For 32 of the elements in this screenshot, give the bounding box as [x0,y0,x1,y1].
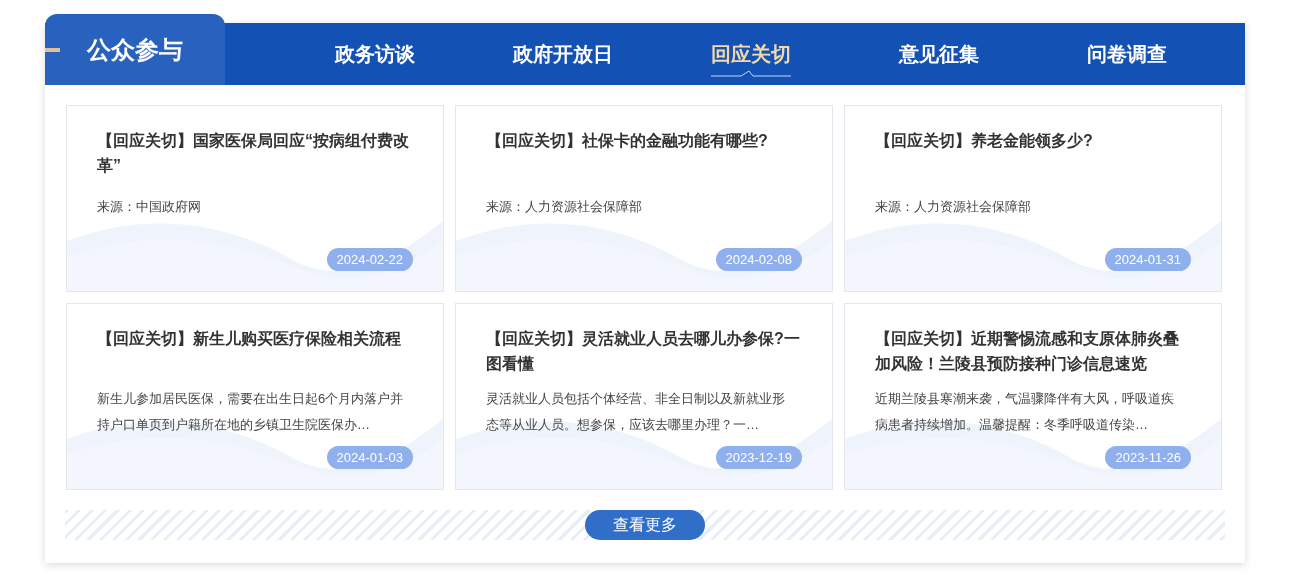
nav-tab[interactable]: 意见征集 [845,23,1033,85]
date-badge: 2023-12-19 [715,446,802,469]
view-more-button[interactable]: 查看更多 [585,510,705,540]
news-summary: 新生儿参加居民医保，需要在出生日起6个月内落户并持户口单页到户籍所在地的乡镇卫生院医保办… [97,390,405,434]
date-badge: 2024-01-31 [1104,248,1191,271]
nav-tab[interactable]: 问卷调查 [1033,23,1221,85]
news-card[interactable]: 【回应关切】养老金能领多少? 来源：人力资源社会保障部 2024-01-31 [844,105,1222,292]
date-badge: 2024-02-08 [715,248,802,271]
date-badge: 2023-11-26 [1105,446,1191,469]
news-card[interactable]: 【回应关切】新生儿购买医疗保险相关流程 新生儿参加居民医保，需要在出生日起6个月内落户并持户口单页到户籍所在地的乡镇卫生院医保办… 2024-01-03 [66,303,444,490]
news-source: 来源：人力资源社会保障部 [875,198,1032,216]
news-title[interactable]: 【回应关切】国家医保局回应“按病组付费改革” [97,128,413,178]
news-title[interactable]: 【回应关切】新生儿购买医疗保险相关流程 [97,326,413,376]
news-title[interactable]: 【回应关切】养老金能领多少? [875,128,1191,178]
nav-tab[interactable]: 政府开放日 [469,23,657,85]
date-badge: 2024-01-03 [326,446,413,469]
news-summary: 灵活就业人员包括个体经营、非全日制以及新就业形态等从业人员。想参保，应该去哪里办理？一… [486,390,786,434]
news-title[interactable]: 【回应关切】灵活就业人员去哪儿办参保?一图看懂 [486,326,802,376]
nav-tab[interactable]: 政务访谈 [281,23,469,85]
news-source: 来源：人力资源社会保障部 [486,198,643,216]
news-title[interactable]: 【回应关切】社保卡的金融功能有哪些? [486,128,802,178]
news-card[interactable]: 【回应关切】国家医保局回应“按病组付费改革” 来源：中国政府网 2024-02-22 [66,105,444,292]
nav-tab[interactable]: 回应关切 [657,23,845,85]
news-card[interactable]: 【回应关切】近期警惕流感和支原体肺炎叠加风险！兰陵县预防接种门诊信息速览 近期兰陵县寒潮来袭，气温骤降伴有大风，呼吸道疾病患者持续增加。温馨提醒：冬季呼吸道传染… 2023-11-26 [844,303,1222,490]
accent-mark [45,48,60,52]
section-title: 公众参与 [87,34,183,65]
date-badge: 2024-02-22 [326,248,413,271]
news-source: 来源：中国政府网 [97,198,202,216]
news-title[interactable]: 【回应关切】近期警惕流感和支原体肺炎叠加风险！兰陵县预防接种门诊信息速览 [875,326,1191,376]
news-card[interactable]: 【回应关切】社保卡的金融功能有哪些? 来源：人力资源社会保障部 2024-02-08 [455,105,833,292]
news-card[interactable]: 【回应关切】灵活就业人员去哪儿办参保?一图看懂 灵活就业人员包括个体经营、非全日制以及新就业形态等从业人员。想参保，应该去哪里办理？一… 2023-12-19 [455,303,833,490]
news-summary: 近期兰陵县寒潮来袭，气温骤降伴有大风，呼吸道疾病患者持续增加。温馨提醒：冬季呼吸道传染… [875,390,1175,434]
